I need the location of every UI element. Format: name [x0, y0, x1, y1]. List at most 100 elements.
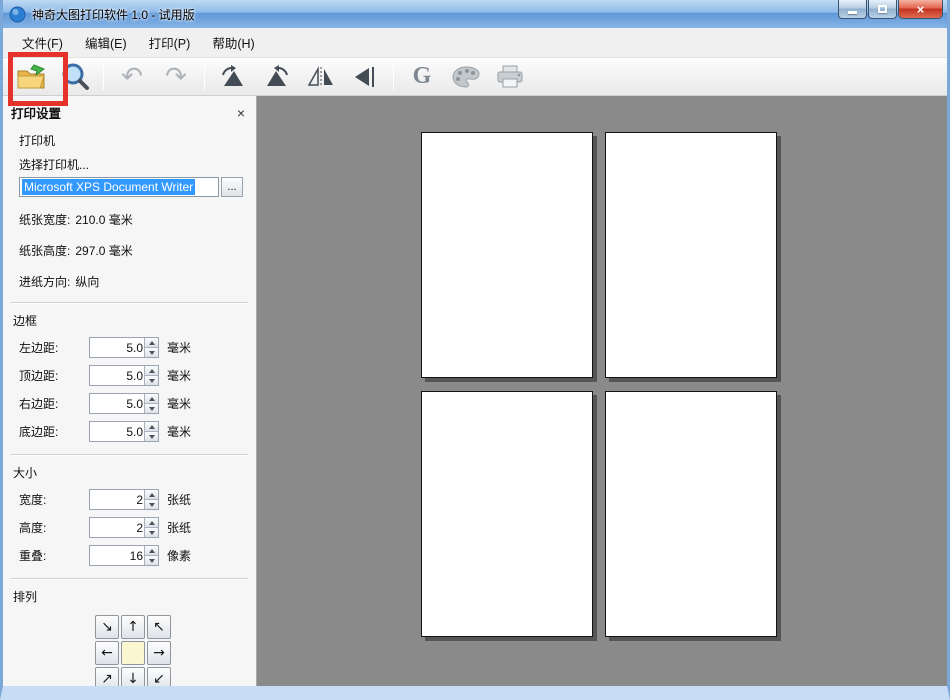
margins-section-title: 边框 — [13, 314, 38, 328]
app-icon — [9, 6, 26, 23]
spin-up-button[interactable] — [144, 490, 158, 500]
undo-icon: ↶ — [121, 61, 143, 92]
arrange-arrow-button[interactable]: ↓ — [121, 667, 145, 686]
rotate-left-button[interactable] — [213, 60, 253, 94]
undo-button[interactable]: ↶ — [112, 60, 152, 94]
height-sheets-row: 高度: 2 张纸 — [19, 517, 248, 538]
arrange-arrow-button[interactable]: ↘ — [95, 615, 119, 639]
spin-up-button[interactable] — [144, 422, 158, 432]
spin-up-button[interactable] — [144, 546, 158, 556]
feed-direction-info: 进纸方向: 纵向 — [19, 275, 100, 289]
rotate-left-icon — [219, 64, 247, 89]
printer-icon — [494, 64, 526, 90]
top-margin-row: 顶边距: 5.0 毫米 — [19, 365, 248, 386]
preview-page — [605, 132, 777, 378]
printer-name-field[interactable]: Microsoft XPS Document Writer — [19, 177, 219, 197]
page-grid — [421, 132, 777, 637]
color-adjust-button[interactable] — [446, 60, 486, 94]
rotate-right-button[interactable] — [257, 60, 297, 94]
arrange-arrow-button[interactable]: ↑ — [121, 615, 145, 639]
spin-up-button[interactable] — [144, 518, 158, 528]
arrange-arrow-button[interactable]: ↙ — [147, 667, 171, 686]
toolbar-separator — [204, 63, 205, 90]
printer-name-value: Microsoft XPS Document Writer — [22, 179, 196, 195]
app-window: 神奇大图打印软件 1.0 - 试用版 × 文件(F) 编辑(E) 打印(P) 帮… — [0, 0, 950, 700]
palette-icon — [451, 65, 481, 89]
arrange-arrow-button[interactable]: ← — [95, 641, 119, 665]
panel-close-icon[interactable]: × — [234, 105, 248, 121]
left-margin-input[interactable]: 5.0 — [89, 337, 159, 358]
browse-printer-button[interactable]: ... — [221, 177, 243, 197]
width-sheets-input[interactable]: 2 — [89, 489, 159, 510]
open-image-button[interactable] — [11, 60, 51, 94]
toolbar-separator — [393, 63, 394, 90]
menu-item-print[interactable]: 打印(P) — [138, 28, 202, 57]
spin-down-button[interactable] — [144, 376, 158, 385]
printer-section-label: 打印机 — [19, 134, 56, 148]
preview-page — [421, 132, 593, 378]
grayscale-button[interactable]: G — [402, 60, 442, 94]
zoom-preview-button[interactable] — [55, 60, 95, 94]
toolbar-separator — [103, 63, 104, 90]
preview-page — [605, 391, 777, 637]
arrange-section-title: 排列 — [13, 590, 38, 604]
section-divider — [11, 302, 248, 304]
flip-horizontal-button[interactable] — [301, 60, 341, 94]
arrange-arrow-button[interactable]: → — [147, 641, 171, 665]
spin-down-button[interactable] — [144, 404, 158, 413]
close-button[interactable]: × — [898, 0, 943, 19]
open-folder-icon — [15, 63, 47, 91]
bottom-margin-row: 底边距: 5.0 毫米 — [19, 421, 248, 442]
minimize-button[interactable] — [838, 0, 867, 19]
overlap-row: 重叠: 16 像素 — [19, 545, 248, 566]
menu-item-file[interactable]: 文件(F) — [11, 28, 74, 57]
window-title: 神奇大图打印软件 1.0 - 试用版 — [32, 7, 195, 22]
redo-button[interactable]: ↷ — [156, 60, 196, 94]
preview-canvas — [257, 96, 947, 686]
size-section-title: 大小 — [13, 466, 38, 480]
menu-bar: 文件(F) 编辑(E) 打印(P) 帮助(H) — [3, 28, 947, 58]
magnifier-icon — [60, 62, 90, 92]
redo-icon: ↷ — [165, 61, 187, 92]
toolbar: ↶ ↷ G — [3, 58, 947, 96]
flip-horizontal-icon — [306, 65, 336, 88]
print-settings-panel: 打印设置 × 打印机 选择打印机... Microsoft XPS Docume… — [3, 96, 257, 686]
flip-vertical-button[interactable] — [345, 60, 385, 94]
spin-down-button[interactable] — [144, 500, 158, 509]
arrange-arrow-button[interactable]: ↖ — [147, 615, 171, 639]
left-margin-row: 左边距: 5.0 毫米 — [19, 337, 248, 358]
spin-down-button[interactable] — [144, 528, 158, 537]
width-sheets-row: 宽度: 2 张纸 — [19, 489, 248, 510]
section-divider — [11, 578, 248, 580]
spin-up-button[interactable] — [144, 394, 158, 404]
overlap-input[interactable]: 16 — [89, 545, 159, 566]
right-margin-input[interactable]: 5.0 — [89, 393, 159, 414]
menu-item-edit[interactable]: 编辑(E) — [74, 28, 138, 57]
spin-up-button[interactable] — [144, 366, 158, 376]
bottom-margin-input[interactable]: 5.0 — [89, 421, 159, 442]
spin-down-button[interactable] — [144, 556, 158, 565]
right-margin-row: 右边距: 5.0 毫米 — [19, 393, 248, 414]
height-sheets-input[interactable]: 2 — [89, 517, 159, 538]
rotate-right-icon — [263, 64, 291, 89]
top-margin-input[interactable]: 5.0 — [89, 365, 159, 386]
arrange-arrow-button[interactable]: ↗ — [95, 667, 119, 686]
section-divider — [11, 454, 248, 456]
maximize-button[interactable] — [868, 0, 897, 19]
menu-item-help[interactable]: 帮助(H) — [201, 28, 265, 57]
preview-page — [421, 391, 593, 637]
window-controls: × — [837, 0, 943, 19]
arrange-center-button[interactable] — [121, 641, 145, 665]
spin-up-button[interactable] — [144, 338, 158, 348]
minimize-icon — [848, 10, 857, 14]
flip-vertical-icon — [352, 65, 378, 89]
spin-down-button[interactable] — [144, 348, 158, 357]
titlebar[interactable]: 神奇大图打印软件 1.0 - 试用版 × — [3, 0, 947, 28]
spin-down-button[interactable] — [144, 432, 158, 441]
paper-height-info: 纸张高度: 297.0 毫米 — [19, 244, 133, 258]
arrange-arrow-grid: ↘ ↑ ↖ ← → ↗ ↓ ↙ — [95, 615, 248, 686]
print-button[interactable] — [490, 60, 530, 94]
maximize-icon — [878, 5, 887, 13]
paper-width-info: 纸张宽度: 210.0 毫米 — [19, 213, 133, 227]
panel-title: 打印设置 — [11, 107, 62, 121]
